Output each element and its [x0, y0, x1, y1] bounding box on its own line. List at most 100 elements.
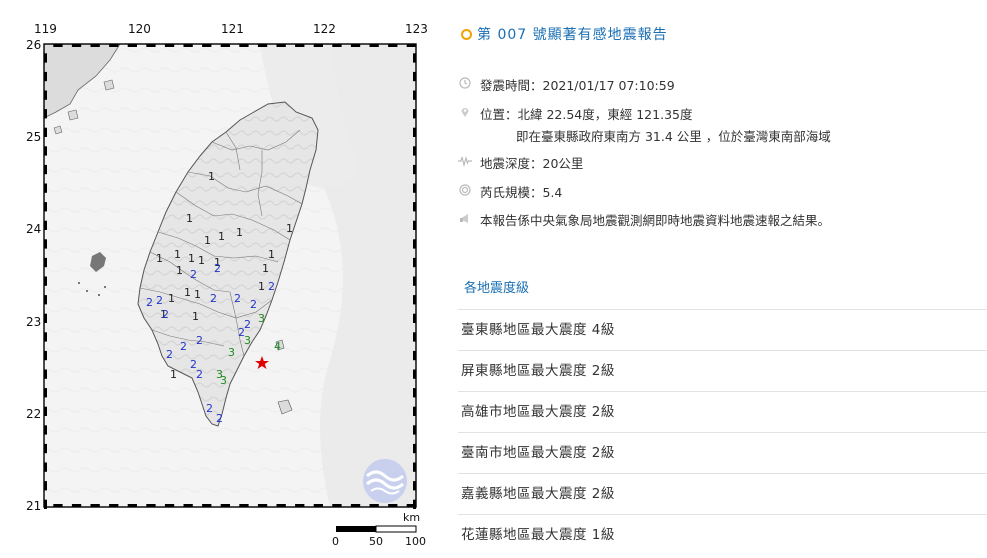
lon-tick-label: 123	[405, 22, 428, 36]
frame-tick	[53, 504, 63, 507]
frame-tick	[44, 71, 47, 82]
frame-tick	[388, 504, 398, 507]
frame-tick	[413, 146, 416, 156]
frame-tick	[109, 504, 119, 507]
frame-tick	[44, 388, 47, 398]
frame-tick	[44, 369, 47, 379]
intensity-mark: 2	[214, 262, 221, 275]
intensity-mark: 2	[156, 294, 163, 307]
scale-label: 100	[405, 535, 426, 548]
intensity-mark: 1	[236, 226, 243, 239]
frame-tick	[53, 44, 63, 47]
frame-tick	[44, 164, 47, 175]
frame-tick	[413, 239, 416, 249]
frame-tick	[413, 388, 416, 398]
intensity-row: 高雄市地區最大震度 2級	[458, 391, 987, 432]
intensity-list: 臺東縣地區最大震度 4級 屏東縣地區最大震度 2級 高雄市地區最大震度 2級 臺…	[458, 309, 987, 555]
frame-tick	[44, 90, 47, 100]
frame-tick	[413, 350, 416, 361]
frame-tick	[257, 504, 268, 507]
frame-tick	[295, 504, 305, 507]
lat-tick-label: 21	[26, 499, 42, 513]
title-ring-icon	[461, 28, 472, 40]
intensity-mark: 2	[196, 334, 203, 347]
lat-tick-label: 22	[26, 407, 42, 421]
intensity-mark: 4	[274, 340, 281, 353]
frame-tick	[127, 44, 137, 47]
intensity-mark: 1	[198, 254, 205, 267]
depth-row: 地震深度：20公里	[458, 155, 583, 173]
report-title-text: 第 007 號顯著有感地震報告	[477, 27, 668, 43]
frame-tick	[413, 90, 416, 100]
frame-tick	[44, 425, 47, 435]
frame-tick	[413, 462, 416, 472]
lon-tick-label: 122	[313, 22, 336, 36]
frame-tick	[183, 44, 193, 47]
frame-tick	[44, 295, 47, 305]
location-pin-icon	[458, 106, 472, 120]
magnitude-icon	[458, 184, 472, 198]
scale-bar	[336, 525, 417, 533]
frame-tick	[164, 44, 175, 47]
frame-tick	[350, 44, 361, 47]
intensity-mark: 2	[250, 298, 257, 311]
frame-tick	[332, 44, 342, 47]
intensity-mark: 3	[220, 374, 227, 387]
frame-tick	[71, 504, 82, 507]
lon-tick-label: 119	[34, 22, 57, 36]
frame-tick	[44, 109, 47, 119]
frame-tick	[413, 71, 416, 82]
intensity-row: 嘉義縣地區最大震度 2級	[458, 473, 987, 514]
frame-tick	[413, 183, 416, 193]
intensity-mark: 1	[204, 234, 211, 247]
frame-tick	[44, 332, 47, 342]
frame-tick	[220, 44, 230, 47]
location: 位置：北緯 22.54度，東經 121.35度	[480, 107, 693, 122]
frame-tick	[276, 504, 286, 507]
lat-tick-label: 25	[26, 130, 42, 144]
frame-tick	[413, 406, 416, 416]
intensity-mark: 1	[184, 286, 191, 299]
intensity-mark: 2	[206, 402, 213, 415]
note-row: 本報告係中央氣象局地震觀測網即時地震資料地震速報之結果。	[458, 212, 830, 230]
intensity-mark: 2	[234, 292, 241, 305]
frame-tick	[44, 499, 47, 509]
frame-tick	[413, 369, 416, 379]
intensity-mark: 1	[268, 248, 275, 261]
lat-tick-label: 24	[26, 222, 42, 236]
intensity-mark: 2	[244, 318, 251, 331]
magnitude-row: 芮氏規模：5.4	[458, 184, 562, 202]
frame-tick	[295, 44, 305, 47]
clock-icon	[458, 77, 472, 91]
frame-tick	[239, 44, 249, 47]
intensity-mark: 3	[244, 334, 251, 347]
frame-tick	[127, 504, 137, 507]
frame-tick	[202, 504, 212, 507]
location-row: 位置：北緯 22.54度，東經 121.35度	[458, 106, 692, 124]
intensity-mark: 1	[258, 280, 265, 293]
frame-tick	[44, 443, 47, 454]
intensity-row: 花蓮縣地區最大震度 1級	[458, 514, 987, 555]
frame-tick	[332, 504, 342, 507]
frame-tick	[44, 350, 47, 361]
frame-tick	[257, 44, 268, 47]
frame-tick	[413, 220, 416, 230]
intensity-row: 屏東縣地區最大震度 2級	[458, 350, 987, 391]
origin-time: 發震時間：2021/01/17 07:10:59	[480, 78, 675, 93]
intensity-mark: 1	[174, 248, 181, 261]
intensity-mark: 1	[168, 292, 175, 305]
frame-tick	[413, 425, 416, 435]
depth-icon	[458, 155, 472, 169]
intensity-mark: 2	[146, 296, 153, 309]
frame-tick	[413, 202, 416, 212]
frame-tick	[44, 202, 47, 212]
lon-tick-label: 120	[128, 22, 151, 36]
frame-tick	[313, 44, 323, 47]
intensity-mark: 1	[208, 170, 215, 183]
seismic-intensity-map: 1111111111111111111112222222222222222223…	[0, 0, 440, 558]
magnitude: 芮氏規模：5.4	[480, 185, 563, 200]
frame-tick	[369, 504, 379, 507]
frame-tick	[44, 276, 47, 286]
intensity-mark: 1	[188, 252, 195, 265]
intensity-mark: 1	[262, 262, 269, 275]
